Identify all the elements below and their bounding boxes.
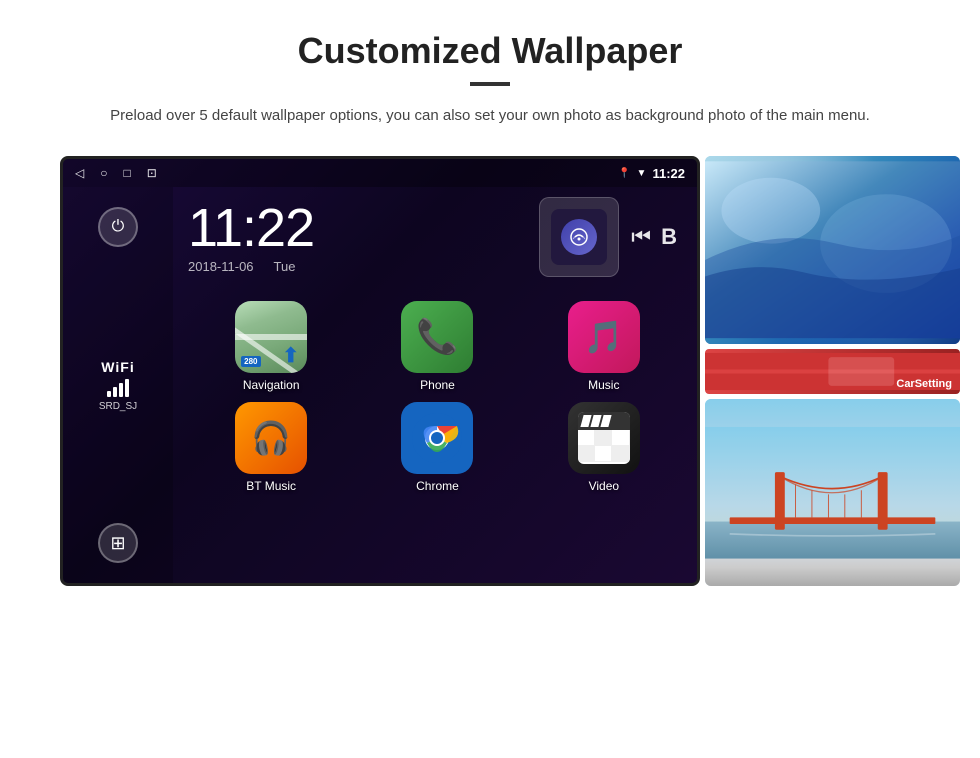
wifi-bar-2 [113,387,117,397]
app-music[interactable]: 🎵 Music [526,301,682,392]
nav-buttons: ◁ ○ □ ⊡ [75,166,157,180]
wifi-bar-1 [107,391,111,397]
page-wrapper: Customized Wallpaper Preload over 5 defa… [0,0,980,606]
wifi-bar-4 [125,379,129,397]
app-navigation-label: Navigation [243,378,300,392]
bridge-svg [705,399,960,587]
wifi-info: WiFi SRD_SJ [99,359,137,412]
wifi-widget[interactable] [539,197,619,277]
wifi-widget-inner [551,209,607,265]
screen-content: ⏻ WiFi SRD_SJ ⊞ [63,187,697,583]
center-content: 11:22 2018-11-06 Tue [173,187,697,583]
app-btmusic-label: BT Music [246,479,296,493]
android-screen: ◁ ○ □ ⊡ 📍 ▼ 11:22 ⏻ [60,156,700,586]
clapboard-icon [578,412,630,464]
wallpaper-ice-thumb[interactable] [705,156,960,344]
nav-route-badge: 280 [241,356,260,367]
wifi-bar-3 [119,383,123,397]
wallpaper-car-thumb[interactable]: CarSetting [705,349,960,394]
media-prev-button[interactable]: ⏮ [631,224,651,250]
chrome-icon [412,413,462,463]
status-time: 11:22 [652,166,685,181]
back-icon[interactable]: ◁ [75,166,84,180]
title-divider [470,82,510,86]
clock-block: 11:22 2018-11-06 Tue [188,201,314,274]
app-video[interactable]: Video [526,402,682,493]
clock-day-value: Tue [274,259,296,274]
clock-date: 2018-11-06 Tue [188,259,314,274]
page-title: Customized Wallpaper [60,30,920,72]
wifi-bars [99,379,137,397]
ice-texture [705,156,960,344]
phone-icon: 📞 [416,317,458,357]
location-icon: 📍 [618,168,630,179]
wifi-widget-icon [561,219,597,255]
app-phone-label: Phone [420,378,455,392]
power-icon: ⏻ [112,218,125,236]
clock-date-value: 2018-11-06 [188,259,254,274]
wallpaper-panel: CarSetting [705,156,960,586]
app-btmusic[interactable]: 🎧 BT Music [193,402,349,493]
apps-grid-icon: ⊞ [110,533,125,554]
app-grid: 280 ⬆ Navigation 📞 Phone [188,301,687,493]
recent-icon[interactable]: □ [123,166,130,180]
status-right: 📍 ▼ 11:22 [618,166,685,181]
home-icon[interactable]: ○ [100,166,107,180]
wifi-label: WiFi [99,359,137,375]
media-controls: ⏮ B [631,224,677,250]
power-button[interactable]: ⏻ [98,207,138,247]
app-music-label: Music [588,378,619,392]
clock-area: 11:22 2018-11-06 Tue [188,197,687,285]
wifi-ssid: SRD_SJ [99,401,137,412]
apps-button[interactable]: ⊞ [98,523,138,563]
wallpaper-bridge-thumb[interactable] [705,399,960,587]
carsetting-label: CarSetting [896,378,952,390]
status-bar: ◁ ○ □ ⊡ 📍 ▼ 11:22 [63,159,697,187]
screenshot-icon[interactable]: ⊡ [147,166,157,180]
music-icon: 🎵 [584,318,624,356]
clock-time: 11:22 [188,201,314,255]
bluetooth-icon: 🎧 [251,419,291,457]
media-label: B [661,224,677,250]
app-video-label: Video [589,479,619,493]
device-container: ◁ ○ □ ⊡ 📍 ▼ 11:22 ⏻ [60,156,960,586]
left-sidebar: ⏻ WiFi SRD_SJ ⊞ [63,187,173,583]
app-chrome[interactable]: Chrome [359,402,515,493]
app-navigation[interactable]: 280 ⬆ Navigation [193,301,349,392]
nav-arrow: ⬆ [282,343,299,368]
wifi-status-icon: ▼ [637,168,647,179]
app-phone[interactable]: 📞 Phone [359,301,515,392]
widget-area: ⏮ B [334,197,687,277]
app-chrome-label: Chrome [416,479,459,493]
page-subtitle: Preload over 5 default wallpaper options… [100,104,880,128]
